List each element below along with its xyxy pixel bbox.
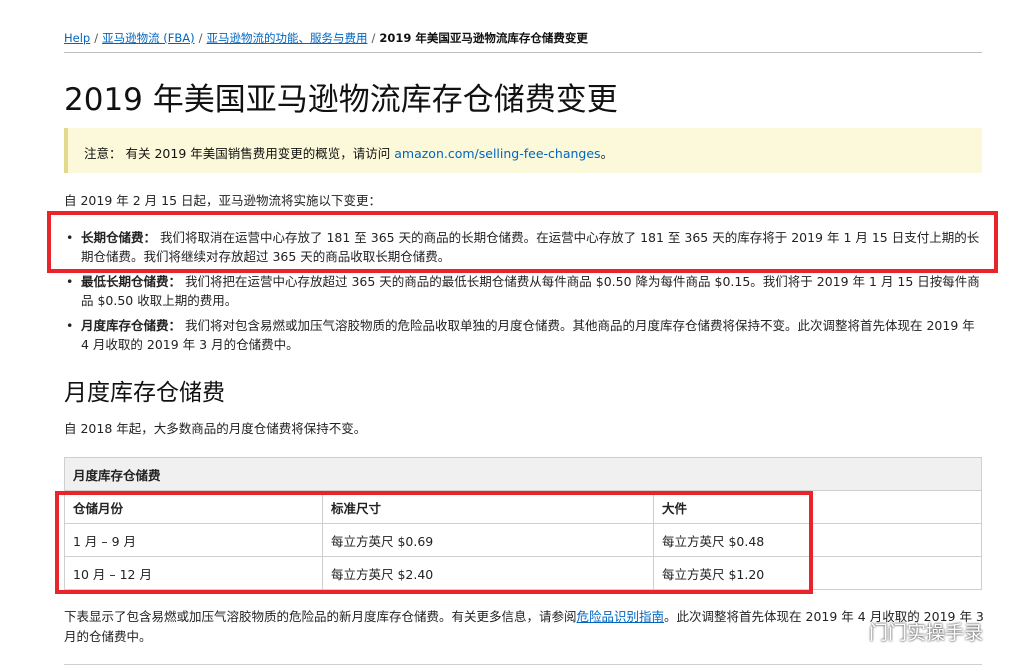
selling-fee-changes-link[interactable]: amazon.com/selling-fee-changes: [394, 146, 600, 161]
watermark-text: 门门实操手录: [868, 622, 983, 644]
breadcrumb-link-fba-features[interactable]: 亚马逊物流的功能、服务与费用: [206, 31, 367, 45]
watermark: 门门实操手录: [840, 618, 983, 645]
breadcrumb-separator: /: [371, 31, 376, 45]
breadcrumb-link-fba[interactable]: 亚马逊物流 (FBA): [102, 31, 195, 45]
bullet-text: 我们将对包含易燃或加压气溶胶物质的危险品收取单独的月度仓储费。其他商品的月度库存…: [81, 318, 975, 352]
bottom-divider: [64, 664, 982, 665]
section-subtext: 自 2018 年起，大多数商品的月度仓储费将保持不变。: [64, 421, 367, 436]
bullet-icon: •: [66, 274, 74, 289]
table-caption: 月度库存仓储费: [64, 457, 982, 491]
list-item: • 最低长期仓储费： 我们将把在运营中心存放超过 365 天的商品的最低长期仓储…: [64, 272, 984, 310]
note-label: 注意：: [84, 146, 122, 161]
breadcrumb-separator: /: [198, 31, 203, 45]
page-title: 2019 年美国亚马逊物流库存仓储费变更: [64, 82, 618, 118]
breadcrumb: Help / 亚马逊物流 (FBA) / 亚马逊物流的功能、服务与费用/2019 年美国…: [64, 30, 588, 46]
breadcrumb-divider: [64, 52, 982, 53]
bullet-icon: •: [66, 318, 74, 333]
breadcrumb-current: 2019 年美国亚马逊物流库存仓储费变更: [379, 31, 588, 45]
bullet-label: 最低长期仓储费：: [81, 274, 182, 289]
dangerous-goods-guide-link[interactable]: 危险品识别指南: [577, 609, 665, 624]
bullet-label: 月度库存仓储费：: [81, 318, 182, 333]
list-item: • 月度库存仓储费： 我们将对包含易燃或加压气溶胶物质的危险品收取单独的月度仓储…: [64, 316, 984, 354]
breadcrumb-link-help[interactable]: Help: [64, 31, 90, 45]
note-text: 有关 2019 年美国销售费用变更的概览，请访问: [125, 146, 391, 161]
bullet-text: 我们将把在运营中心存放超过 365 天的商品的最低长期仓储费从每件商品 $0.5…: [81, 274, 980, 308]
highlight-box-long-term: [47, 211, 998, 273]
note-box: 注意： 有关 2019 年美国销售费用变更的概览，请访问 amazon.com/…: [64, 128, 982, 173]
breadcrumb-separator: /: [94, 31, 99, 45]
footer-text-before: 下表显示了包含易燃或加压气溶胶物质的危险品的新月度库存仓储费。有关更多信息，请参…: [64, 609, 577, 624]
wechat-icon: [840, 622, 869, 644]
table-caption-row: 月度库存仓储费: [64, 457, 982, 491]
note-end: 。: [600, 146, 614, 161]
highlight-box-table: [55, 491, 813, 594]
intro-text: 自 2019 年 2 月 15 日起，亚马逊物流将实施以下变更：: [64, 193, 382, 208]
section-heading: 月度库存仓储费: [64, 380, 225, 406]
